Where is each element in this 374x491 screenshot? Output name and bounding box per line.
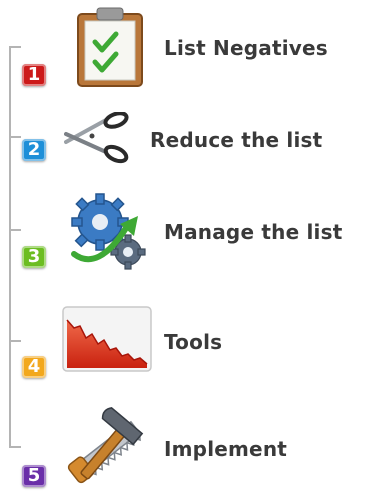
- step-1-badge: 1: [22, 64, 46, 86]
- gears-icon: [71, 193, 146, 270]
- timeline-tick: [9, 446, 21, 448]
- timeline-line: [9, 46, 11, 448]
- clipboard-checklist-icon: [77, 7, 143, 87]
- step-1-label: List Negatives: [164, 36, 328, 60]
- step-3-label: Manage the list: [164, 220, 343, 244]
- hammer-saw-icon: [67, 407, 144, 484]
- step-3-badge: 3: [22, 246, 46, 268]
- step-4-label: Tools: [164, 330, 223, 354]
- timeline-tick: [9, 340, 21, 342]
- step-4-badge: 4: [22, 356, 46, 378]
- timeline-tick: [9, 229, 21, 231]
- scissors-icon: [64, 112, 129, 164]
- step-5-label: Implement: [164, 437, 288, 461]
- declining-chart-icon: [62, 306, 152, 372]
- step-2-badge: 2: [22, 139, 46, 161]
- timeline-tick: [9, 46, 21, 48]
- step-5-badge: 5: [22, 465, 46, 487]
- timeline-tick: [9, 136, 21, 138]
- step-2-label: Reduce the list: [150, 128, 323, 152]
- process-diagram: 1 List Negatives 2 Reduce the list 3 Man…: [0, 0, 374, 491]
